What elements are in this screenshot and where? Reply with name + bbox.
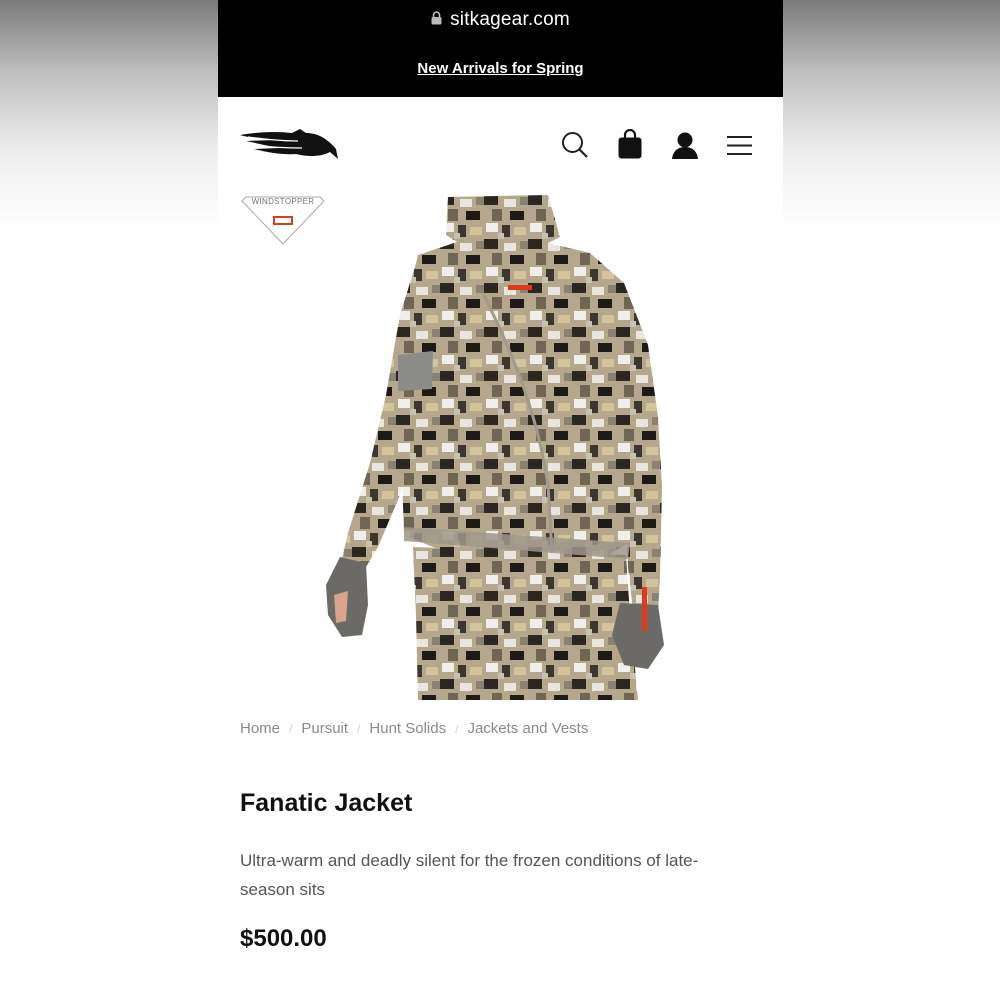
breadcrumb-hunt-solids[interactable]: Hunt Solids (369, 720, 446, 737)
bag-icon[interactable] (618, 129, 642, 159)
search-icon[interactable] (561, 131, 589, 159)
brand-logo[interactable] (240, 127, 338, 161)
promo-link[interactable]: New Arrivals for Spring (218, 60, 783, 77)
breadcrumb-separator: / (289, 722, 293, 736)
account-icon[interactable] (671, 132, 699, 159)
url-bar[interactable]: sitkagear.com (218, 9, 783, 31)
menu-icon[interactable] (727, 136, 752, 155)
url-text: sitkagear.com (450, 9, 570, 30)
product-price: $500.00 (240, 925, 327, 952)
background-left (0, 0, 218, 1000)
breadcrumb: Home / Pursuit / Hunt Solids / Jackets and Ves… (240, 720, 760, 737)
background-right (783, 0, 1000, 1000)
breadcrumb-pursuit[interactable]: Pursuit (301, 720, 348, 737)
breadcrumb-jackets-and-vests[interactable]: Jackets and Vests (467, 720, 588, 737)
mobile-page: sitkagear.com New Arrivals for Spring WI… (218, 0, 783, 1000)
product-image[interactable] (308, 195, 708, 700)
product-description: Ultra-warm and deadly silent for the fro… (240, 851, 699, 899)
site-header (218, 97, 783, 192)
product-title: Fanatic Jacket (240, 789, 413, 817)
breadcrumb-separator: / (357, 722, 361, 736)
breadcrumb-separator: / (455, 722, 459, 736)
browser-top-bar: sitkagear.com New Arrivals for Spring (218, 0, 783, 97)
breadcrumb-home[interactable]: Home (240, 720, 280, 737)
lock-icon (431, 11, 442, 25)
